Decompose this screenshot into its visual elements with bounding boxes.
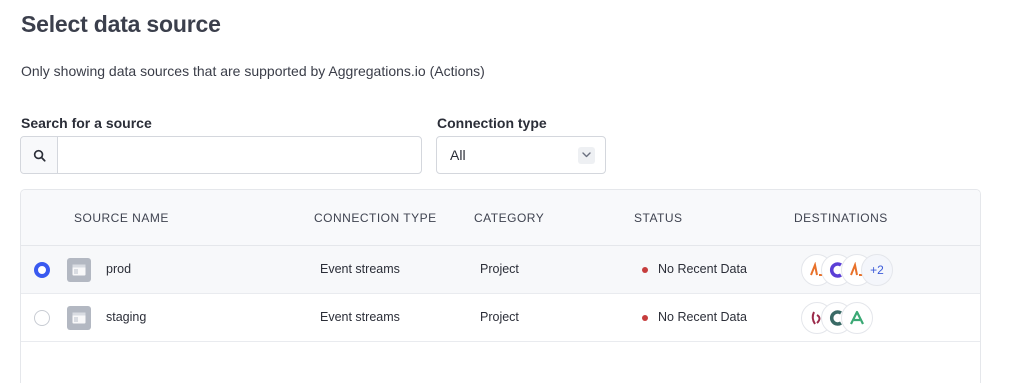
source-name[interactable]: prod (106, 262, 131, 276)
more-destinations-badge[interactable]: +2 (861, 254, 893, 286)
search-label: Search for a source (21, 115, 152, 131)
sources-table: SOURCE NAME CONNECTION TYPE CATEGORY STA… (20, 189, 981, 383)
connection-type: Event streams (320, 262, 400, 276)
source-icon (67, 258, 91, 282)
column-header-connection-type[interactable]: CONNECTION TYPE (314, 211, 437, 225)
column-header-destinations[interactable]: DESTINATIONS (794, 211, 888, 225)
connection-type: Event streams (320, 310, 400, 324)
table-row[interactable]: staging Event streams Project No Recent … (21, 294, 980, 342)
status-text: No Recent Data (658, 310, 747, 324)
destinations-list[interactable] (801, 302, 873, 334)
search-box (20, 136, 422, 174)
source-name[interactable]: staging (106, 310, 146, 324)
table-row[interactable]: prod Event streams Project No Recent Dat… (21, 246, 980, 294)
column-header-source-name[interactable]: SOURCE NAME (74, 211, 169, 225)
row-radio[interactable] (34, 310, 50, 326)
column-header-category[interactable]: CATEGORY (474, 211, 544, 225)
connection-type-select[interactable]: All (436, 136, 606, 174)
column-header-status[interactable]: STATUS (634, 211, 683, 225)
connection-type-value: All (450, 147, 466, 163)
category: Project (480, 310, 519, 324)
source-icon (67, 306, 91, 330)
status-dot-icon (642, 267, 648, 273)
page-title: Select data source (21, 11, 221, 37)
search-icon (21, 137, 58, 173)
page-subtitle: Only showing data sources that are suppo… (21, 63, 485, 79)
row-radio[interactable] (34, 262, 50, 278)
arrow-a-icon (841, 302, 873, 334)
status-dot-icon (642, 315, 648, 321)
status-text: No Recent Data (658, 262, 747, 276)
search-input[interactable] (58, 137, 421, 173)
destinations-list[interactable]: +2 (801, 254, 893, 286)
table-header: SOURCE NAME CONNECTION TYPE CATEGORY STA… (21, 190, 980, 246)
category: Project (480, 262, 519, 276)
chevron-down-icon (578, 146, 595, 164)
connection-type-label: Connection type (437, 115, 547, 131)
